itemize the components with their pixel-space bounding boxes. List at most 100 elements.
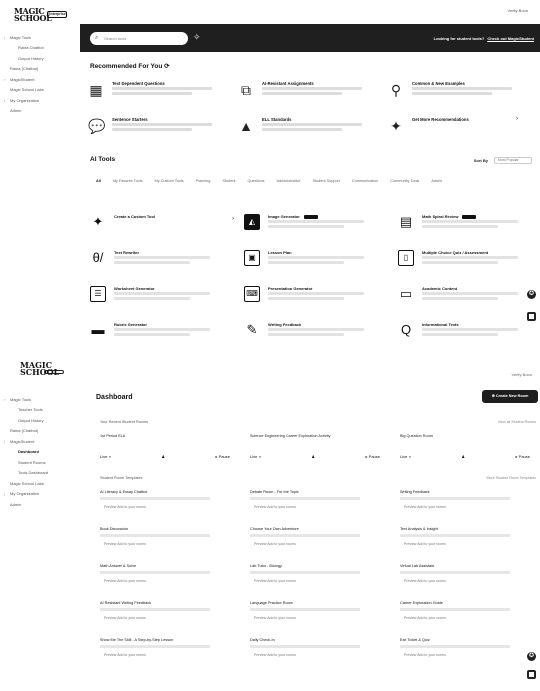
template-actions[interactable]: Preview Add to your rooms (104, 505, 146, 509)
recommended-card[interactable]: ⧉ AI-Resistant Assignments (238, 78, 388, 114)
sidebar-item[interactable]: Admin (4, 106, 80, 117)
filter-student[interactable]: Student (222, 179, 235, 183)
user-icon[interactable]: ♟ (461, 454, 465, 459)
pause-button[interactable]: ▸ Pause (366, 454, 380, 459)
sidebar-item[interactable]: › MagicStudent (4, 436, 80, 447)
template-actions[interactable]: Preview Add to your rooms (104, 579, 146, 583)
recommended-card[interactable]: 💬 Sentence Starters (88, 114, 238, 150)
tool-card[interactable]: ▣ Lesson Plan (244, 248, 392, 282)
template-actions[interactable]: Preview Add to your rooms (254, 542, 296, 546)
user-menu[interactable]: Verity Boon (508, 8, 528, 13)
sidebar-item[interactable]: Teacher Tools (4, 405, 80, 416)
chat-widget-icon[interactable] (527, 670, 536, 679)
sidebar-item[interactable]: Student Rooms (4, 457, 80, 468)
sidebar-item[interactable]: › Magic Tools (4, 32, 80, 43)
refresh-icon[interactable]: ⟳ (164, 63, 169, 70)
template-card[interactable]: Language Practice Room Preview Add to you… (250, 601, 390, 629)
template-card[interactable]: Choose Your Own Adventure Preview Add to … (250, 527, 390, 555)
template-card[interactable]: Exit Ticket & Quiz Preview Add to your ro… (400, 638, 540, 666)
sidebar-item[interactable]: Admin (4, 499, 80, 510)
template-actions[interactable]: Preview Add to your rooms (254, 505, 296, 509)
filter-planning[interactable]: Planning (196, 179, 211, 183)
magicschool-logo[interactable]: MAGIC SCHOOL (14, 7, 52, 22)
tool-card[interactable]: ✦ Create a Custom Tool › (90, 212, 238, 246)
filter-community-tools[interactable]: Community Tools (390, 179, 419, 183)
sidebar-item[interactable]: Tools Dashboard (4, 468, 80, 479)
sort-select[interactable]: Most Popular (494, 157, 532, 164)
room-card[interactable]: 1st Period ELA Live ◑ ♟ ▸ Pause (100, 434, 240, 470)
filter-my-favorite-tools[interactable]: My Favorite Tools (113, 179, 143, 183)
sidebar-item[interactable]: Raina (Chatbot) (4, 426, 80, 437)
template-card[interactable]: Writing Feedback Preview Add to your room… (400, 490, 540, 518)
view-all-rooms-link[interactable]: View all Student Rooms (498, 420, 536, 424)
pause-button[interactable]: ▸ Pause (216, 454, 230, 459)
template-actions[interactable]: Preview Add to your rooms (254, 579, 296, 583)
template-card[interactable]: AI Resistant Writing Feedback Preview Add… (100, 601, 240, 629)
template-card[interactable]: Book Discussion Preview Add to your rooms (100, 527, 240, 555)
recommended-card[interactable]: ✦ Get More Recommendations › (388, 114, 538, 150)
tool-card[interactable]: ▤ Math Spiral Review (398, 212, 540, 246)
template-card[interactable]: Lab Tutor - Biology Preview Add to your r… (250, 564, 390, 592)
live-toggle[interactable]: Live ◑ (400, 454, 411, 459)
sidebar-item[interactable]: Magic School Labs (4, 478, 80, 489)
chat-widget-icon[interactable] (527, 312, 536, 321)
template-actions[interactable]: Preview Add to your rooms (104, 542, 146, 546)
filter-administrative[interactable]: Administrative (277, 179, 301, 183)
template-actions[interactable]: Preview Add to your rooms (404, 542, 446, 546)
template-actions[interactable]: Preview Add to your rooms (404, 579, 446, 583)
sidebar-item[interactable]: Raina (Chatbot) (4, 64, 80, 75)
magicstudent-cta[interactable]: Looking for student tools? Check out Magi… (434, 36, 534, 41)
tool-card[interactable]: ⌨ Presentation Generator (244, 284, 392, 318)
live-toggle[interactable]: Live ◑ (100, 454, 111, 459)
live-toggle[interactable]: Live ◑ (250, 454, 261, 459)
filter-all[interactable]: All (96, 179, 101, 183)
template-actions[interactable]: Preview Add to your rooms (404, 616, 446, 620)
sidebar-item[interactable]: Output History (4, 415, 80, 426)
template-card[interactable]: Daily Check-In Preview Add to your rooms (250, 638, 390, 666)
filter-questions[interactable]: Questions (247, 179, 264, 183)
tool-card[interactable]: Q Informational Texts (398, 320, 540, 340)
tool-card[interactable]: ◭ Image Generator (244, 212, 392, 246)
create-room-button[interactable]: ⊕ Create New Room (482, 390, 538, 403)
tool-card[interactable]: ▬ Rubric Generator (90, 320, 238, 340)
search-input[interactable]: ⌕ Search tools (90, 32, 188, 45)
recommended-card[interactable]: ▦ Text Dependent Questions (88, 78, 238, 114)
filter-student-support[interactable]: Student Support (312, 179, 339, 183)
template-card[interactable]: Show Me The Skill - A Step-by-Step Lesso… (100, 638, 240, 666)
room-card[interactable]: Big Question Room Live ◑ ♟ ▸ Pause (400, 434, 540, 470)
tool-card[interactable]: ▭ Academic Content (398, 284, 540, 318)
template-actions[interactable]: Preview Add to your rooms (104, 653, 146, 657)
pause-button[interactable]: ▸ Pause (516, 454, 530, 459)
template-card[interactable]: Virtual Lab Assistant Preview Add to your… (400, 564, 540, 592)
sidebar-item[interactable]: Dashboard (4, 447, 80, 458)
chevron-right-icon[interactable]: › (516, 116, 518, 122)
tool-card[interactable]: ✎ Writing Feedback (244, 320, 392, 340)
tool-card[interactable]: θ/Text Rewriter (90, 248, 238, 282)
sidebar-item[interactable]: › My Organization (4, 489, 80, 500)
user-menu[interactable]: Verity Boon (512, 372, 532, 377)
filter-admin[interactable]: Admin (431, 179, 442, 183)
sidebar-item[interactable]: › My Organization (4, 95, 80, 106)
template-actions[interactable]: Preview Add to your rooms (104, 616, 146, 620)
template-card[interactable]: Math Answer & Solve Preview Add to your r… (100, 564, 240, 592)
template-actions[interactable]: Preview Add to your rooms (254, 616, 296, 620)
sidebar-item[interactable]: Magic School Labs (4, 85, 80, 96)
filter-my-custom-tools[interactable]: My Custom Tools (155, 179, 184, 183)
template-card[interactable]: Text Analysis & Insight Preview Add to yo… (400, 527, 540, 555)
recommended-card[interactable]: ▲ ELL Standards (238, 114, 388, 150)
magic-wand-icon[interactable]: ✧ (193, 32, 201, 43)
template-actions[interactable]: Preview Add to your rooms (404, 505, 446, 509)
sidebar-item[interactable]: Raina Chatbot (4, 43, 80, 54)
template-card[interactable]: Debate Room - For the Topic Preview Add t… (250, 490, 390, 518)
template-actions[interactable]: Preview Add to your rooms (404, 653, 446, 657)
template-card[interactable]: Career Exploration Guide Preview Add to y… (400, 601, 540, 629)
user-icon[interactable]: ♟ (161, 454, 165, 459)
template-actions[interactable]: Preview Add to your rooms (254, 653, 296, 657)
chevron-right-icon[interactable]: › (232, 216, 234, 222)
sidebar-item[interactable]: › MagicStudent (4, 74, 80, 85)
accessibility-icon[interactable]: ✪ (527, 652, 536, 661)
recommended-card[interactable]: ⚲ Common & New Examples (388, 78, 538, 114)
room-card[interactable]: Science Engineering Career Exploration A… (250, 434, 390, 470)
tool-card[interactable]: ▯ Multiple Choice Quiz / Assessment (398, 248, 540, 282)
filter-communication[interactable]: Communication (352, 179, 378, 183)
